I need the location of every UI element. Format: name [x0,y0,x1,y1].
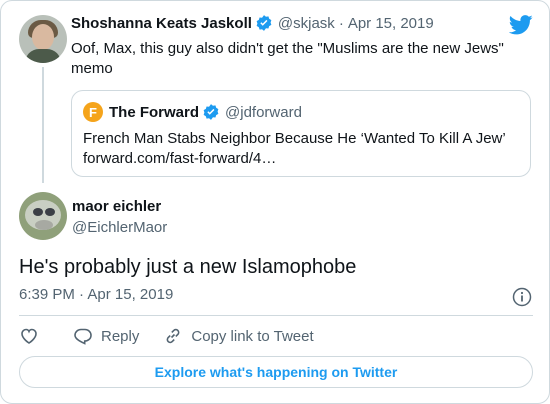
info-icon[interactable] [512,287,532,307]
copy-link-label: Copy link to Tweet [191,327,314,345]
parent-tweet-header: Shoshanna Keats Jaskoll @skjask · Apr 15… [71,14,434,32]
parent-tweet-text: Oof, Max, this guy also didn't get the "… [71,40,504,77]
reply-timestamp[interactable]: 6:39 PM · Apr 15, 2019 [19,286,173,303]
like-button[interactable] [19,326,39,346]
tweet-embed-card: Shoshanna Keats Jaskoll @skjask · Apr 15… [0,0,550,404]
quoted-tweet-link[interactable]: forward.com/fast-forward/4… [83,149,523,169]
quoted-author-handle: @jdforward [225,103,302,121]
header-separator: · [338,14,344,32]
reply-tweet-text: He's probably just a new Islamophobe [19,256,357,278]
heart-icon [21,328,37,344]
reply-author-name[interactable]: maor eichler [72,198,161,215]
reply-author-handle[interactable]: @EichlerMaor [72,219,167,236]
quoted-tweet-header: F The Forward @jdforward [83,102,302,122]
quoted-tweet[interactable]: F The Forward @jdforward French Man Stab… [71,90,531,177]
quoted-tweet-text: French Man Stabs Neighbor Because He ‘Wa… [83,129,523,169]
parent-tweet-date[interactable]: Apr 15, 2019 [348,15,434,32]
forward-logo-icon: F [83,102,103,122]
link-icon [166,328,180,344]
thread-connector-line [42,67,44,183]
quoted-tweet-headline: French Man Stabs Neighbor Because He ‘Wa… [83,130,506,147]
reply-label: Reply [101,327,140,345]
reply-time: 6:39 PM [19,286,75,303]
copy-link-button[interactable]: Copy link to Tweet [163,326,314,346]
actions-divider [19,315,533,316]
quoted-author-name: The Forward [109,103,200,121]
parent-author-handle[interactable]: @skjask [278,15,335,32]
parent-author-name[interactable]: Shoshanna Keats Jaskoll [71,15,252,32]
verified-badge-icon [202,103,220,121]
tweet-actions-bar: Reply Copy link to Tweet [19,326,314,346]
timestamp-separator: · [79,286,85,303]
avatar-shoshanna[interactable] [19,15,67,63]
reply-bubble-icon [74,328,92,345]
twitter-bird-icon[interactable] [508,15,533,35]
explore-twitter-button[interactable]: Explore what's happening on Twitter [19,356,533,388]
avatar-maor[interactable] [19,192,67,240]
reply-date: Apr 15, 2019 [87,286,174,303]
verified-badge-icon [255,14,273,32]
reply-button[interactable]: Reply [73,326,139,346]
